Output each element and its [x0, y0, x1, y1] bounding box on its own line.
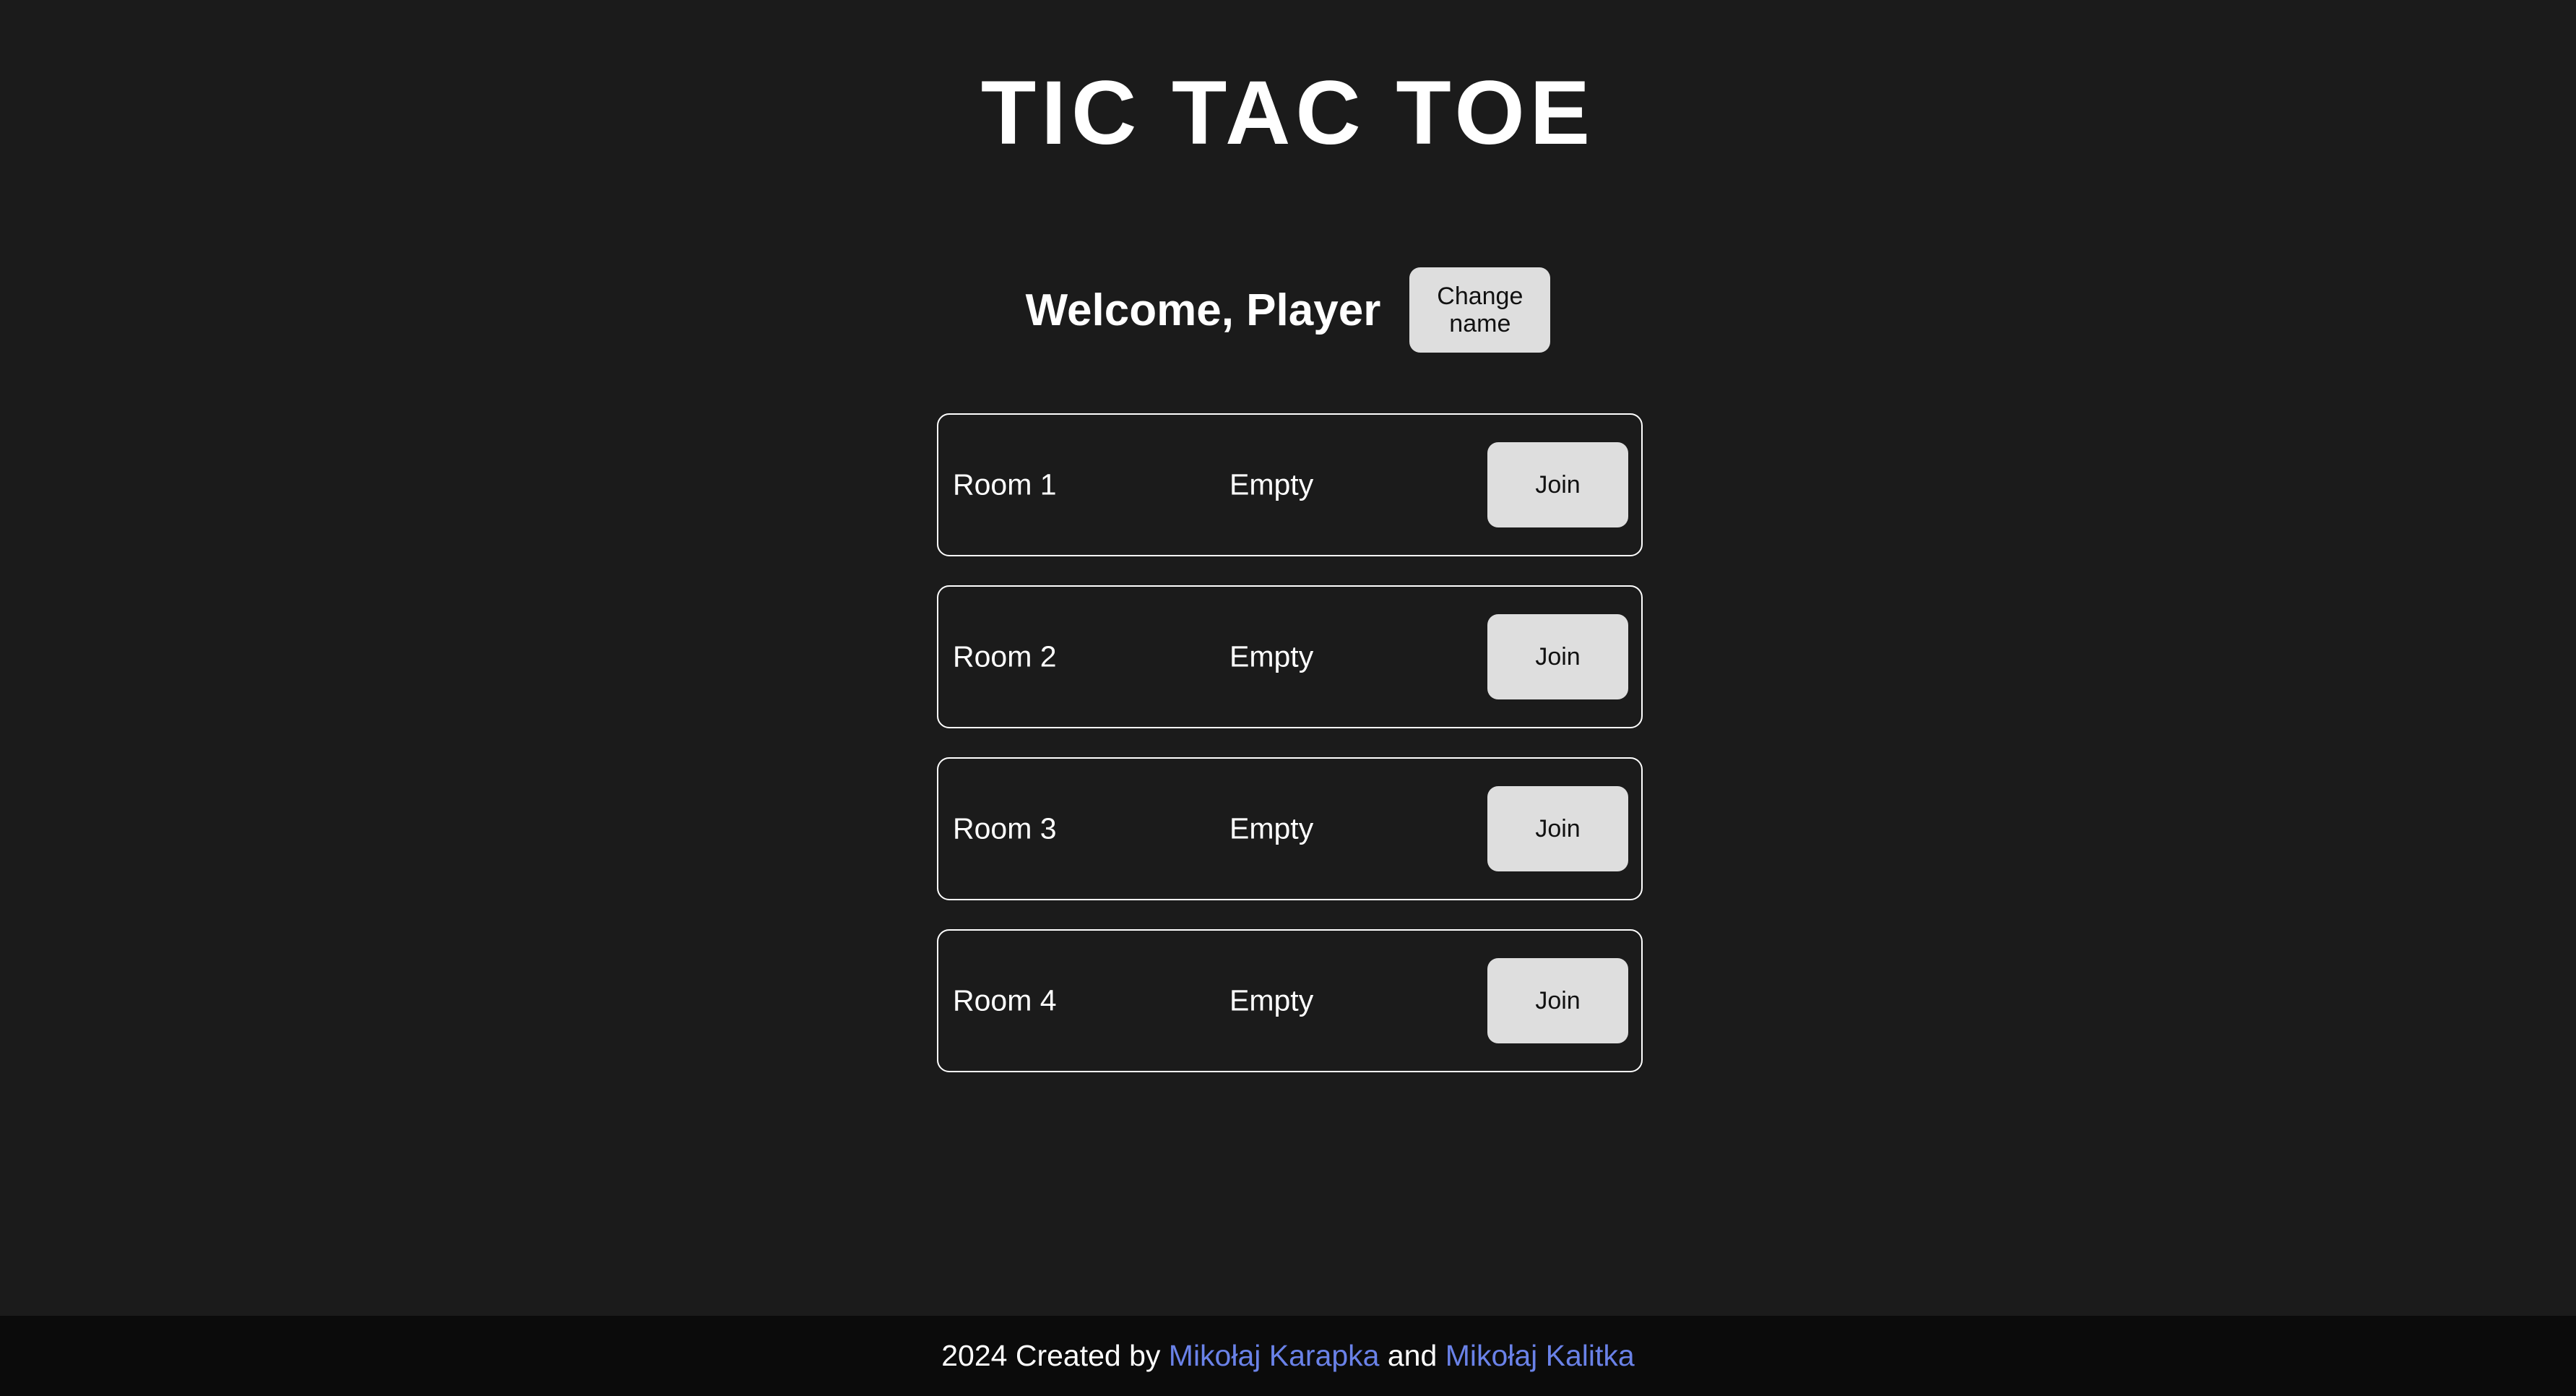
footer: 2024 Created by Mikołaj Karapka and Miko… — [0, 1316, 2576, 1396]
room-name: Room 2 — [953, 639, 1057, 673]
join-room-3-button[interactable]: Join — [1487, 786, 1628, 871]
room-status: Empty — [1229, 811, 1314, 845]
room-name: Room 4 — [953, 983, 1057, 1017]
author-link-karapka[interactable]: Mikołaj Karapka — [1169, 1339, 1380, 1373]
room-name: Room 3 — [953, 811, 1057, 845]
welcome-message: Welcome, Player — [1025, 285, 1381, 335]
room-status: Empty — [1229, 468, 1314, 501]
footer-prefix: 2024 Created by — [941, 1339, 1169, 1372]
join-room-2-button[interactable]: Join — [1487, 614, 1628, 699]
room-status: Empty — [1229, 639, 1314, 673]
change-name-button[interactable]: Change name — [1409, 267, 1551, 353]
room-card-4: Room 4 Empty Join — [937, 929, 1643, 1072]
join-room-1-button[interactable]: Join — [1487, 442, 1628, 527]
welcome-section: Welcome, Player Change name — [0, 267, 2576, 353]
author-link-kalitka[interactable]: Mikołaj Kalitka — [1445, 1339, 1635, 1373]
join-room-4-button[interactable]: Join — [1487, 958, 1628, 1043]
room-name: Room 1 — [953, 468, 1057, 501]
room-card-3: Room 3 Empty Join — [937, 757, 1643, 900]
room-card-1: Room 1 Empty Join — [937, 413, 1643, 556]
room-status: Empty — [1229, 983, 1314, 1017]
room-card-2: Room 2 Empty Join — [937, 585, 1643, 728]
footer-separator: and — [1379, 1339, 1445, 1372]
page-title: TIC TAC TOE — [980, 63, 1596, 163]
